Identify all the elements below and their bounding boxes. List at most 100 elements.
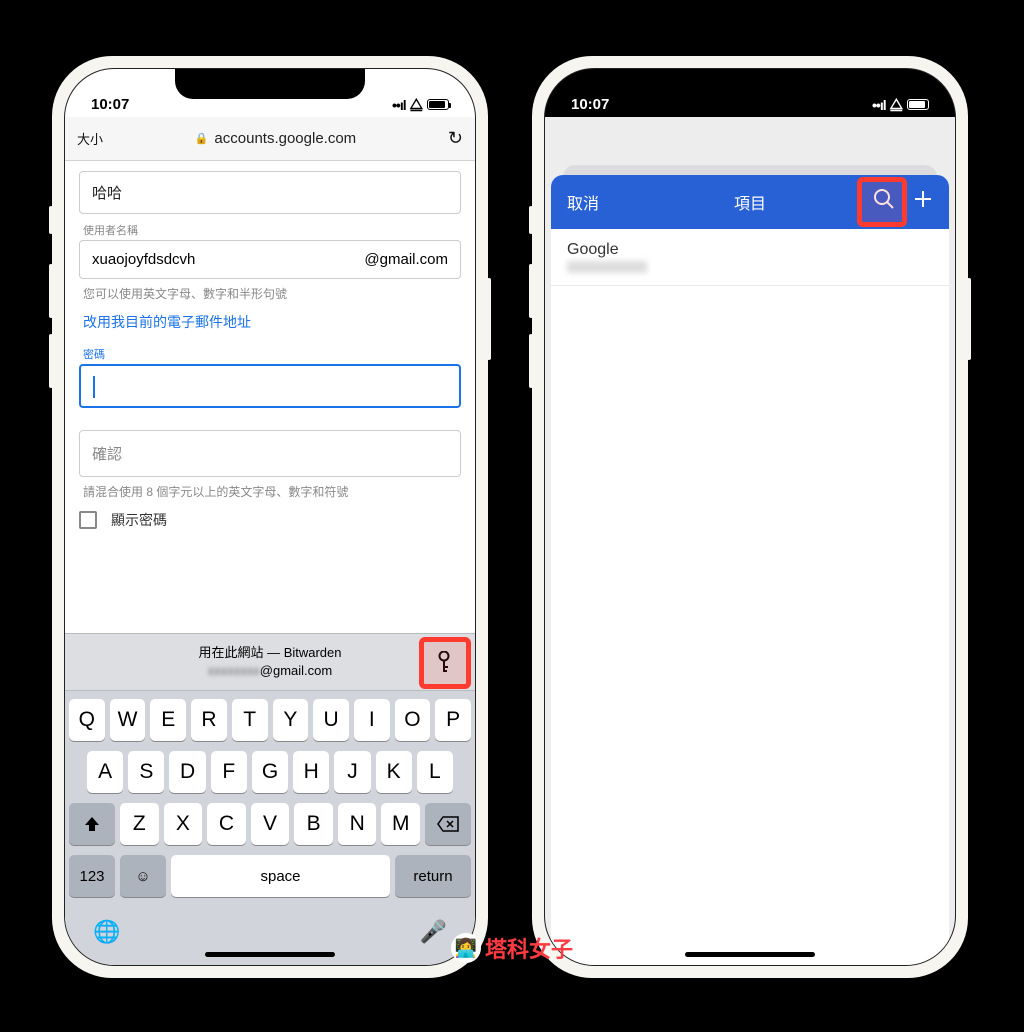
show-password-label: 顯示密碼 bbox=[111, 510, 167, 530]
name-input[interactable]: 哈哈 bbox=[79, 171, 461, 214]
home-indicator[interactable] bbox=[685, 952, 815, 957]
keyboard-area: 用在此網站 — Bitwarden xxxxxxxx@gmail.com Q W… bbox=[65, 633, 475, 965]
key-row-3: Z X C V B N M bbox=[69, 803, 471, 845]
key-l[interactable]: L bbox=[417, 751, 453, 793]
username-input[interactable]: xuaojoyfdsdcvh @gmail.com bbox=[79, 240, 461, 279]
search-button[interactable] bbox=[873, 188, 895, 216]
backspace-icon bbox=[437, 816, 459, 832]
key-c[interactable]: C bbox=[207, 803, 246, 845]
key-v[interactable]: V bbox=[251, 803, 290, 845]
username-helper: 您可以使用英文字母、數字和半形句號 bbox=[83, 285, 461, 302]
key-m[interactable]: M bbox=[381, 803, 420, 845]
key-shift[interactable] bbox=[69, 803, 115, 845]
key-k[interactable]: K bbox=[376, 751, 412, 793]
vault-item-google[interactable]: Google bbox=[551, 229, 949, 286]
password-input[interactable] bbox=[79, 364, 461, 408]
signal-icon bbox=[392, 97, 406, 113]
key-j[interactable]: J bbox=[334, 751, 370, 793]
key-p[interactable]: P bbox=[435, 699, 471, 741]
key-s[interactable]: S bbox=[128, 751, 164, 793]
watermark: 👩‍💻 塔科女子 bbox=[451, 932, 573, 964]
reload-button[interactable]: ↻ bbox=[448, 128, 463, 149]
volume-up bbox=[49, 264, 53, 318]
key-row-2: A S D F G H J K L bbox=[69, 751, 471, 793]
status-time: 10:07 bbox=[571, 96, 609, 113]
signal-icon bbox=[872, 97, 886, 113]
key-w[interactable]: W bbox=[110, 699, 146, 741]
volume-down bbox=[529, 334, 533, 388]
phone-left: 10:07 大小 🔒 accounts.google.com ↻ 哈哈 使用者名… bbox=[52, 56, 488, 978]
key-a[interactable]: A bbox=[87, 751, 123, 793]
power-button bbox=[967, 278, 971, 360]
key-b[interactable]: B bbox=[294, 803, 333, 845]
volume-up bbox=[529, 264, 533, 318]
key-x[interactable]: X bbox=[164, 803, 203, 845]
key-return[interactable]: return bbox=[395, 855, 471, 897]
search-icon bbox=[873, 188, 895, 210]
autofill-suggestion[interactable]: 用在此網站 — Bitwarden xxxxxxxx@gmail.com bbox=[65, 644, 475, 680]
key-n[interactable]: N bbox=[338, 803, 377, 845]
key-z[interactable]: Z bbox=[120, 803, 159, 845]
key-u[interactable]: U bbox=[313, 699, 349, 741]
autofill-suggestion-bar: 用在此網站 — Bitwarden xxxxxxxx@gmail.com bbox=[65, 633, 475, 691]
home-indicator[interactable] bbox=[205, 952, 335, 957]
battery-icon bbox=[427, 99, 449, 110]
key-row-4: 123 ☺ space return bbox=[69, 855, 471, 897]
password-label: 密碼 bbox=[83, 346, 461, 362]
key-emoji[interactable]: ☺ bbox=[120, 855, 166, 897]
text-size-button[interactable]: 大小 bbox=[77, 129, 103, 148]
key-q[interactable]: Q bbox=[69, 699, 105, 741]
password-helper: 請混合使用 8 個字元以上的英文字母、數字和符號 bbox=[83, 483, 461, 500]
username-value: xuaojoyfdsdcvh bbox=[92, 251, 195, 268]
key-t[interactable]: T bbox=[232, 699, 268, 741]
username-suffix: @gmail.com bbox=[364, 251, 448, 268]
key-i[interactable]: I bbox=[354, 699, 390, 741]
key-f[interactable]: F bbox=[211, 751, 247, 793]
text-cursor bbox=[93, 376, 95, 398]
key-h[interactable]: H bbox=[293, 751, 329, 793]
use-existing-email-link[interactable]: 改用我目前的電子郵件地址 bbox=[83, 312, 461, 332]
key-y[interactable]: Y bbox=[273, 699, 309, 741]
browser-address-bar: 大小 🔒 accounts.google.com ↻ bbox=[65, 117, 475, 161]
username-label: 使用者名稱 bbox=[83, 222, 461, 238]
signup-form: 哈哈 使用者名稱 xuaojoyfdsdcvh @gmail.com 您可以使用… bbox=[65, 161, 475, 540]
key-row-1: Q W E R T Y U I O P bbox=[69, 699, 471, 741]
volume-down bbox=[49, 334, 53, 388]
bitwarden-modal: 取消 項目 Google bbox=[551, 175, 949, 966]
url-display[interactable]: 🔒 accounts.google.com bbox=[113, 130, 438, 147]
url-text: accounts.google.com bbox=[214, 130, 356, 147]
key-backspace[interactable] bbox=[425, 803, 471, 845]
key-d[interactable]: D bbox=[169, 751, 205, 793]
key-o[interactable]: O bbox=[395, 699, 431, 741]
password-key-button[interactable] bbox=[423, 644, 465, 680]
notch bbox=[655, 69, 845, 99]
mic-icon[interactable]: 🎤 bbox=[420, 919, 447, 945]
notch bbox=[175, 69, 365, 99]
mute-switch bbox=[49, 206, 53, 234]
key-e[interactable]: E bbox=[150, 699, 186, 741]
autofill-email-suffix: @gmail.com bbox=[260, 663, 332, 678]
wifi-icon bbox=[410, 96, 423, 113]
confirm-password-input[interactable]: 確認 bbox=[79, 430, 461, 477]
keyboard: Q W E R T Y U I O P A S D F G H bbox=[65, 691, 475, 913]
battery-icon bbox=[907, 99, 929, 110]
watermark-icon: 👩‍💻 bbox=[451, 933, 481, 963]
bitwarden-header: 取消 項目 bbox=[551, 175, 949, 229]
modal-title: 項目 bbox=[734, 190, 766, 214]
mute-switch bbox=[529, 206, 533, 234]
phone-right: 10:07 取消 項目 bbox=[532, 56, 968, 978]
keyboard-dock: 🌐 🎤 bbox=[65, 913, 475, 965]
key-space[interactable]: space bbox=[171, 855, 390, 897]
show-password-checkbox[interactable] bbox=[79, 511, 97, 529]
vault-item-subtitle-blurred bbox=[567, 261, 647, 273]
key-icon bbox=[436, 651, 452, 673]
cancel-button[interactable]: 取消 bbox=[567, 190, 599, 214]
key-123[interactable]: 123 bbox=[69, 855, 115, 897]
power-button bbox=[487, 278, 491, 360]
status-time: 10:07 bbox=[91, 96, 129, 113]
key-g[interactable]: G bbox=[252, 751, 288, 793]
add-button[interactable] bbox=[913, 189, 933, 215]
key-r[interactable]: R bbox=[191, 699, 227, 741]
globe-icon[interactable]: 🌐 bbox=[93, 919, 120, 945]
lock-icon: 🔒 bbox=[195, 132, 209, 145]
